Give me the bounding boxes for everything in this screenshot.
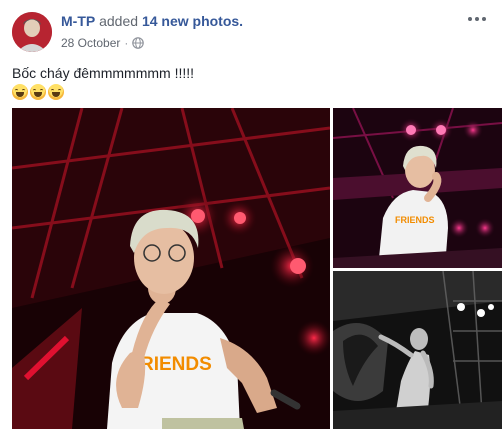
photo-main[interactable]: RIENDS [12,108,330,429]
post-date-link[interactable]: 28 October [61,35,120,51]
photo-side-top[interactable]: FRIENDS [333,108,502,268]
author-avatar[interactable] [12,12,52,52]
grinning-sweat-emoji-icon [48,84,64,100]
post-meta: 28 October · [61,35,145,51]
grinning-sweat-emoji-icon [12,84,28,100]
photo-side-bottom[interactable] [333,271,502,429]
shirt-print-text: RIENDS [140,354,212,375]
grinning-sweat-emoji-icon [30,84,46,100]
avatar-image [12,12,52,52]
more-options-icon[interactable] [468,14,488,24]
caption-emojis [12,84,64,100]
post-header: M-TP added 14 new photos. [61,12,243,30]
concert-photo-side-bottom [333,271,502,429]
meta-separator: · [124,36,129,50]
more-dot [468,17,472,21]
concert-photo-main: RIENDS [12,108,330,429]
photo-gallery: RIENDS FRIENDS [12,108,502,429]
post-action-text: added [99,13,139,29]
more-dot [475,17,479,21]
globe-icon[interactable] [132,37,145,49]
shirt-print-text-side: FRIENDS [395,215,435,225]
new-photos-link[interactable]: 14 new photos. [142,13,243,29]
post-card: M-TP added 14 new photos. 28 October · B… [0,0,502,429]
concert-photo-side-top: FRIENDS [333,108,502,268]
more-dot [482,17,486,21]
author-name-link[interactable]: M-TP [61,13,95,29]
post-caption: Bốc cháy đêmmmmmmm !!!!! [12,65,195,81]
